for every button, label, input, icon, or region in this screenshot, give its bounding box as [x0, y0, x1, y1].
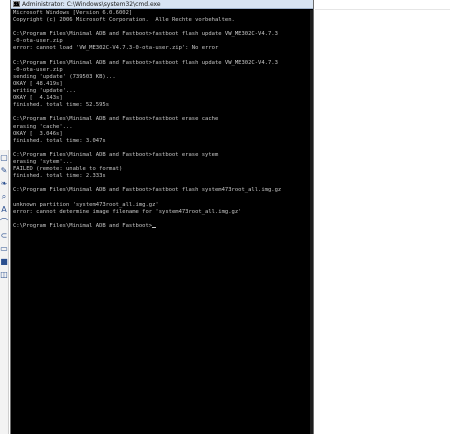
- console-line: sending 'update' (739503 KB)...: [13, 73, 116, 80]
- tool-strip: ▢ ✎ ❧ ⌕ A ⌒ ⊂ ▭ ■ ◫: [0, 150, 9, 434]
- text-tool-icon[interactable]: A: [0, 205, 8, 215]
- brush-tool-icon[interactable]: ❧: [0, 179, 8, 189]
- console-line: erasing 'cache'...: [13, 123, 73, 130]
- window-titlebar[interactable]: C:\ Administrator: C:\Windows\system32\c…: [11, 0, 313, 9]
- line-tool-icon[interactable]: ⊂: [0, 231, 8, 241]
- crop-tool-icon[interactable]: ◫: [0, 270, 8, 280]
- console-line: finished. total time: 52.595s: [13, 102, 110, 109]
- text-cursor: [152, 226, 157, 228]
- console-line: -0-ota-user.zip: [13, 38, 63, 45]
- console-line: C:\Program Files\Minimal ADB and Fastboo…: [13, 116, 219, 123]
- cursor-tool-icon[interactable]: ▢: [0, 153, 8, 163]
- console-line: C:\Program Files\Minimal ADB and Fastboo…: [13, 223, 313, 230]
- console-line: unknown partition 'system473root_all.img…: [13, 201, 159, 208]
- console-line: C:\Program Files\Minimal ADB and Fastboo…: [13, 151, 219, 158]
- console-line: Copyright (c) 2006 Microsoft Corporation…: [13, 17, 235, 24]
- console-line: writing 'update'...: [13, 88, 76, 95]
- console-line: OKAY [ 3.046s]: [13, 130, 63, 137]
- console-line: erasing 'sytem'...: [13, 158, 73, 165]
- zoom-tool-icon[interactable]: ⌕: [0, 192, 8, 202]
- console-line: FAILED (remote: unable to format): [13, 166, 123, 173]
- shape-tool-icon[interactable]: ⌒: [0, 218, 8, 228]
- console-line: -0-ota-user.zip: [13, 66, 63, 73]
- pencil-tool-icon[interactable]: ✎: [0, 166, 8, 176]
- color-tool-icon[interactable]: ■: [0, 257, 8, 267]
- divider: [315, 9, 450, 10]
- cmd-icon: C:\: [12, 1, 21, 7]
- eraser-tool-icon[interactable]: ▭: [0, 244, 8, 254]
- console-line: finished. total time: 2.333s: [13, 173, 106, 180]
- console-line: C:\Program Files\Minimal ADB and Fastboo…: [13, 187, 282, 194]
- console-line: C:\Program Files\Minimal ADB and Fastboo…: [13, 59, 278, 66]
- console-line: finished. total time: 3.047s: [13, 137, 106, 144]
- console-line: error: cannot load 'VW_ME302C-V4.7.3-0-o…: [13, 45, 219, 52]
- console-line: OKAY [ 4.143s]: [13, 95, 63, 102]
- window-title: Administrator: C:\Windows\system32\cmd.e…: [22, 0, 161, 8]
- console-line: OKAY [ 48.419s]: [13, 80, 63, 87]
- console-output[interactable]: Microsoft Windows [Version 6.0.6002] Copy…: [13, 10, 313, 434]
- console-line: C:\Program Files\Minimal ADB and Fastboo…: [13, 31, 278, 38]
- console-line: error: cannot determine image filename f…: [13, 208, 242, 215]
- console-scrollbar[interactable]: [310, 10, 313, 434]
- background-area: [315, 0, 450, 434]
- console-line: Microsoft Windows [Version 6.0.6002]: [13, 10, 133, 16]
- cmd-window[interactable]: C:\ Administrator: C:\Windows\system32\c…: [10, 0, 314, 434]
